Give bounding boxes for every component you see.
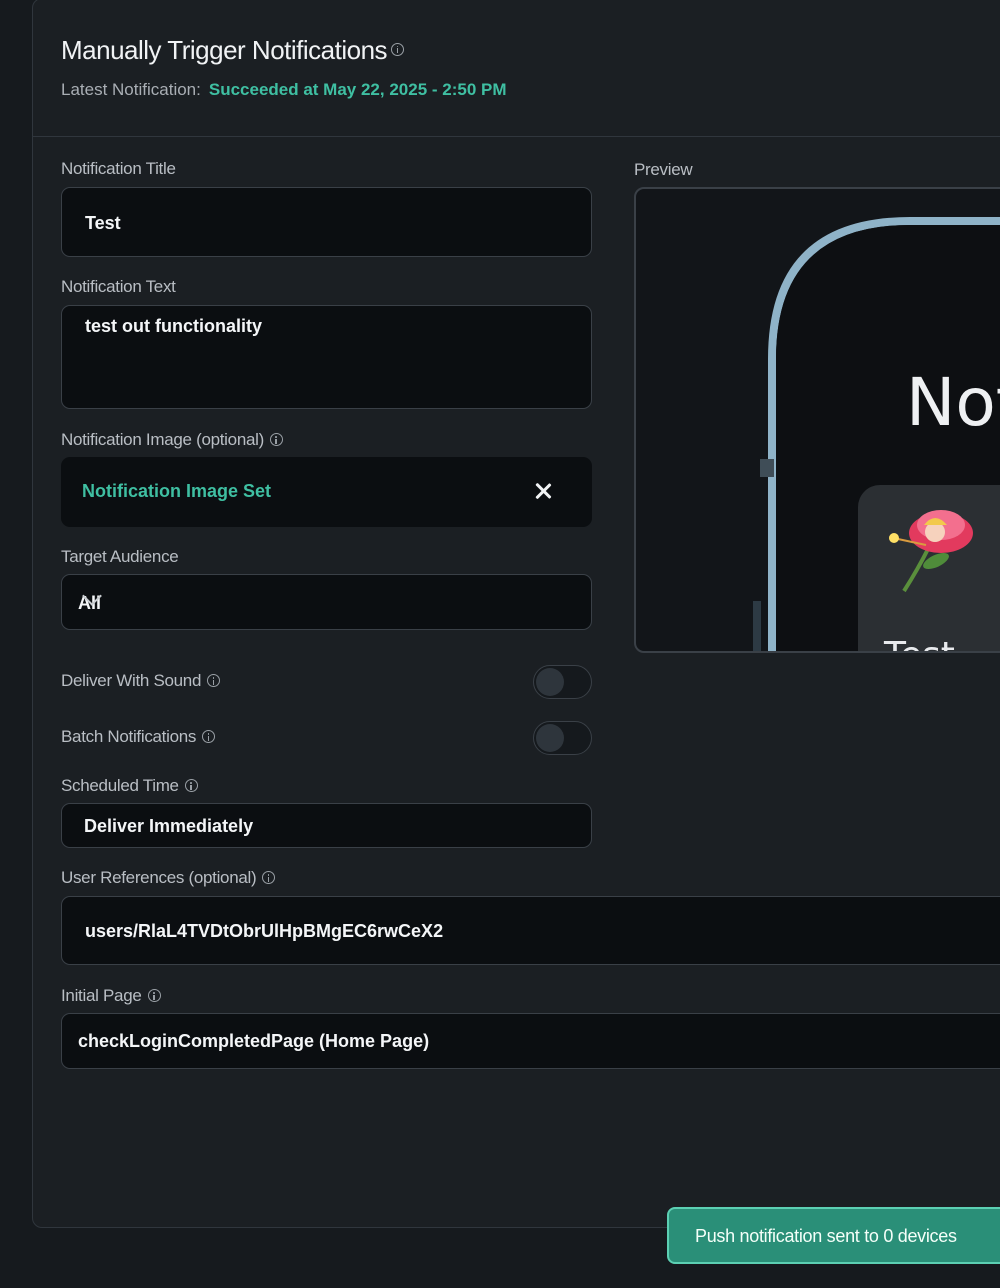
user-references-label: User References (optional) [61, 868, 276, 888]
user-references-input[interactable]: users/RlaL4TVDtObrUlHpBMgEC6rwCeX2 [61, 896, 1000, 965]
toggle-knob [536, 724, 564, 752]
initial-page-select[interactable]: checkLoginCompletedPage (Home Page) [61, 1013, 1000, 1069]
phone-mockup: Not Test [753, 217, 1000, 653]
preview-frame: Not Test [634, 187, 1000, 653]
phone-side-button [760, 459, 774, 477]
scheduled-time-label: Scheduled Time [61, 776, 198, 796]
latest-notification: Latest Notification: Succeeded at May 22,… [61, 80, 507, 100]
scheduled-time-value: Deliver Immediately [84, 816, 254, 836]
close-icon[interactable] [533, 481, 553, 501]
info-icon[interactable] [269, 433, 283, 447]
notification-image-box: Notification Image Set [61, 457, 592, 527]
scheduled-time-label-text: Scheduled Time [61, 776, 179, 795]
notification-image-status: Notification Image Set [82, 481, 272, 501]
deliver-with-sound-label-text: Deliver With Sound [61, 671, 202, 690]
notification-title-label: Notification Title [61, 159, 176, 178]
user-references-value: users/RlaL4TVDtObrUlHpBMgEC6rwCeX2 [85, 921, 444, 941]
notification-text-value: test out functionality [85, 316, 262, 336]
notification-title-value: Test [85, 213, 121, 233]
toggle-knob [536, 668, 564, 696]
notification-title-input[interactable]: Test [61, 187, 592, 257]
info-icon[interactable] [207, 674, 221, 688]
toast-notification: Push notification sent to 0 devices [667, 1207, 1000, 1264]
initial-page-label-text: Initial Page [61, 986, 142, 1005]
latest-notification-status: Succeeded at May 22, 2025 - 2:50 PM [208, 80, 507, 99]
deliver-with-sound-label: Deliver With Sound [61, 671, 221, 691]
notification-text-input[interactable]: test out functionality [61, 305, 592, 409]
info-icon[interactable] [202, 730, 216, 744]
target-audience-label: Target Audience [61, 547, 179, 566]
scheduled-time-input[interactable]: Deliver Immediately [61, 803, 592, 848]
deliver-with-sound-toggle[interactable] [533, 665, 592, 699]
batch-notifications-label-text: Batch Notifications [61, 727, 197, 746]
info-icon[interactable] [262, 871, 276, 885]
phone-side-button [753, 601, 761, 651]
info-icon[interactable] [184, 779, 198, 793]
target-audience-select[interactable]: All [61, 574, 592, 630]
initial-page-value: checkLoginCompletedPage (Home Page) [78, 1031, 430, 1051]
page-title-text: Manually Trigger Notifications [61, 35, 388, 65]
info-icon[interactable] [391, 42, 405, 56]
batch-notifications-toggle[interactable] [533, 721, 592, 755]
user-references-label-text: User References (optional) [61, 868, 257, 887]
page-title: Manually Trigger Notifications [61, 35, 405, 66]
preview-notification-title: Test [883, 635, 955, 653]
header-divider [32, 136, 1000, 137]
notification-image-label-text: Notification Image (optional) [61, 430, 264, 449]
preview-header-text: Not [906, 364, 1000, 441]
notification-image-label: Notification Image (optional) [61, 430, 283, 450]
latest-notification-label: Latest Notification: [61, 80, 201, 99]
info-icon[interactable] [147, 989, 161, 1003]
toast-message: Push notification sent to 0 devices [695, 1226, 957, 1246]
preview-label: Preview [634, 160, 693, 179]
notification-text-label: Notification Text [61, 277, 176, 296]
batch-notifications-label: Batch Notifications [61, 727, 216, 747]
initial-page-label: Initial Page [61, 986, 161, 1006]
